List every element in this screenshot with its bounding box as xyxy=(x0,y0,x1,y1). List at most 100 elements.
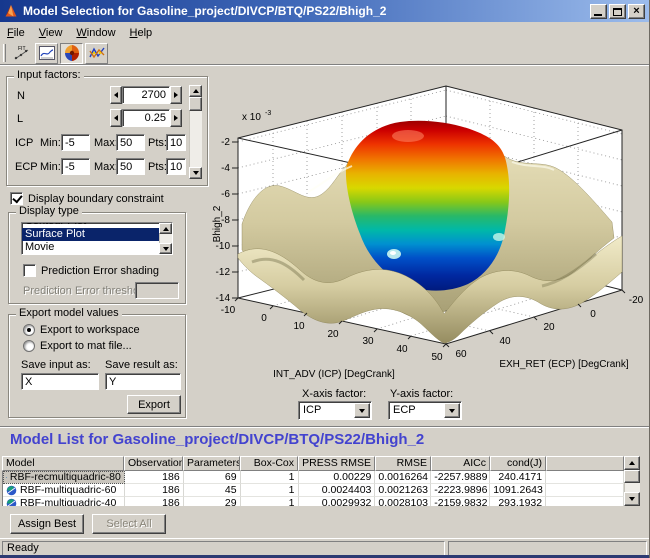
table-row[interactable]: RBF-multiquadric-40 186 29 1 0.0029932 0… xyxy=(3,497,624,506)
scroll-down-button[interactable] xyxy=(159,243,172,254)
cell-observations: 186 xyxy=(125,471,184,484)
icp-max-label: Max: xyxy=(94,137,118,149)
display-type-listbox[interactable]: Contour Plot Surface Plot Movie xyxy=(21,222,173,255)
save-input-label: Save input as: xyxy=(21,359,91,371)
factor-icp-label: ICP xyxy=(15,137,33,149)
cell-observations: 186 xyxy=(125,497,184,506)
cell-aicc: -2257.9889 xyxy=(431,471,490,484)
cross-section-button[interactable] xyxy=(85,43,108,64)
minimize-button[interactable] xyxy=(590,4,607,19)
n-spin-left-button[interactable] xyxy=(110,86,122,104)
scroll-up-button[interactable] xyxy=(159,223,172,234)
cell-rmse: 0.0021263 xyxy=(375,484,431,497)
column-header-filler xyxy=(546,456,624,471)
svg-text:-14: -14 xyxy=(216,293,231,304)
dropdown-button[interactable] xyxy=(444,403,460,418)
cell-press-rmse: 0.00229 xyxy=(299,471,376,484)
y-axis-factor-dropdown[interactable]: ECP xyxy=(388,401,462,420)
y-axis-factor-value: ECP xyxy=(393,404,416,416)
x-axis-factor-dropdown[interactable]: ICP xyxy=(298,401,372,420)
assign-best-button[interactable]: Assign Best xyxy=(10,514,84,534)
left-arrow-icon xyxy=(114,115,118,121)
menu-window[interactable]: Window xyxy=(69,24,122,41)
select-all-button[interactable]: Select All xyxy=(92,514,166,534)
ecp-min-field[interactable] xyxy=(61,158,90,175)
display-boundary-checkbox[interactable] xyxy=(10,192,23,205)
scroll-up-button[interactable] xyxy=(624,456,640,470)
export-matfile-label: Export to mat file... xyxy=(40,340,132,352)
icp-pts-label: Pts: xyxy=(148,137,167,149)
scroll-thumb[interactable] xyxy=(189,97,202,111)
n-spin-right-button[interactable] xyxy=(170,86,182,104)
scroll-up-button[interactable] xyxy=(189,85,202,97)
specular-highlight xyxy=(493,233,505,241)
export-workspace-radio[interactable] xyxy=(23,324,35,336)
input-factors-group: Input factors: N L ICP Min: Max: Pts: EC… xyxy=(6,76,208,186)
prediction-error-shading-checkbox[interactable] xyxy=(23,264,36,277)
icp-min-field[interactable] xyxy=(61,134,90,151)
column-header-observations[interactable]: Observations xyxy=(124,456,183,471)
column-header-press-rmse[interactable]: PRESS RMSE xyxy=(298,456,375,471)
l-value-field[interactable] xyxy=(122,109,170,127)
icp-pts-field[interactable] xyxy=(166,134,186,151)
model-name: RBF-multiquadric-40 xyxy=(20,497,116,506)
list-item-clipped[interactable]: Contour Plot xyxy=(22,223,172,228)
icp-max-field[interactable] xyxy=(116,134,145,151)
factor-l-label: L xyxy=(17,113,23,125)
column-header-model[interactable]: Model xyxy=(2,456,124,471)
scroll-down-button[interactable] xyxy=(624,492,640,506)
dome-highlight xyxy=(392,130,424,142)
model-icon xyxy=(6,485,17,496)
window-title: Model Selection for Gasoline_project/DIV… xyxy=(23,4,386,18)
down-arrow-icon xyxy=(193,171,199,175)
down-arrow-icon xyxy=(163,247,169,251)
model-list-separator xyxy=(0,426,650,428)
menu-view[interactable]: View xyxy=(32,24,70,41)
maximize-button[interactable] xyxy=(609,4,626,19)
scroll-down-button[interactable] xyxy=(189,167,202,179)
export-matfile-radio[interactable] xyxy=(23,340,35,352)
model-name-cell: RBF-multiquadric-40 xyxy=(3,497,125,506)
z-axis-label: Bhigh_2 xyxy=(212,205,223,242)
column-header-parameters[interactable]: Parameters xyxy=(183,456,240,471)
fit-model-button[interactable]: FIT xyxy=(10,43,33,64)
export-button[interactable]: Export xyxy=(127,395,181,414)
response-surface-button[interactable] xyxy=(35,43,58,64)
column-header-boxcox[interactable]: Box-Cox xyxy=(240,456,298,471)
save-input-field[interactable] xyxy=(21,373,99,390)
table-row[interactable]: RBF-multiquadric-60 186 45 1 0.0024403 0… xyxy=(3,484,624,497)
menu-help[interactable]: Help xyxy=(123,24,160,41)
table-row[interactable]: RBF-recmultiquadric-80 186 69 1 0.00229 … xyxy=(3,471,624,484)
list-item-surface-plot[interactable]: Surface Plot xyxy=(22,228,172,241)
surface-view-button[interactable] xyxy=(60,43,83,64)
scroll-thumb[interactable] xyxy=(624,470,640,483)
up-arrow-icon xyxy=(629,461,635,465)
svg-text:50: 50 xyxy=(431,352,443,363)
dropdown-button[interactable] xyxy=(354,403,370,418)
close-button[interactable]: × xyxy=(628,4,645,19)
factor-n-label: N xyxy=(17,90,25,102)
svg-text:-6: -6 xyxy=(221,189,230,200)
column-header-condj[interactable]: cond(J) xyxy=(490,456,546,471)
toolbar-grip[interactable] xyxy=(3,44,6,62)
save-result-field[interactable] xyxy=(105,373,181,390)
column-header-aicc[interactable]: AICc xyxy=(431,456,490,471)
ecp-pts-field[interactable] xyxy=(166,158,186,175)
l-spin-left-button[interactable] xyxy=(110,109,122,127)
z-exponent-label: x 10 xyxy=(242,112,261,123)
menu-file[interactable]: File xyxy=(0,24,32,41)
n-value-field[interactable] xyxy=(122,86,170,104)
ecp-max-field[interactable] xyxy=(116,158,145,175)
y-axis-factor-label: Y-axis factor: xyxy=(390,388,453,400)
column-header-rmse[interactable]: RMSE xyxy=(375,456,431,471)
model-name: RBF-multiquadric-60 xyxy=(20,484,116,497)
toolbar: FIT xyxy=(0,42,650,65)
ecp-min-label: Min: xyxy=(40,161,61,173)
list-item-movie[interactable]: Movie xyxy=(22,241,172,254)
cell-condj: 240.4171 xyxy=(490,471,546,484)
cell-press-rmse: 0.0029932 xyxy=(299,497,376,506)
svg-text:30: 30 xyxy=(362,336,374,347)
l-spin-right-button[interactable] xyxy=(170,109,182,127)
prediction-error-shading-label: Prediction Error shading xyxy=(41,265,159,277)
surface-plot-canvas[interactable]: -2 -4 -6 -8 -10 -12 -14 -10 0 10 20 30 4… xyxy=(212,74,649,396)
